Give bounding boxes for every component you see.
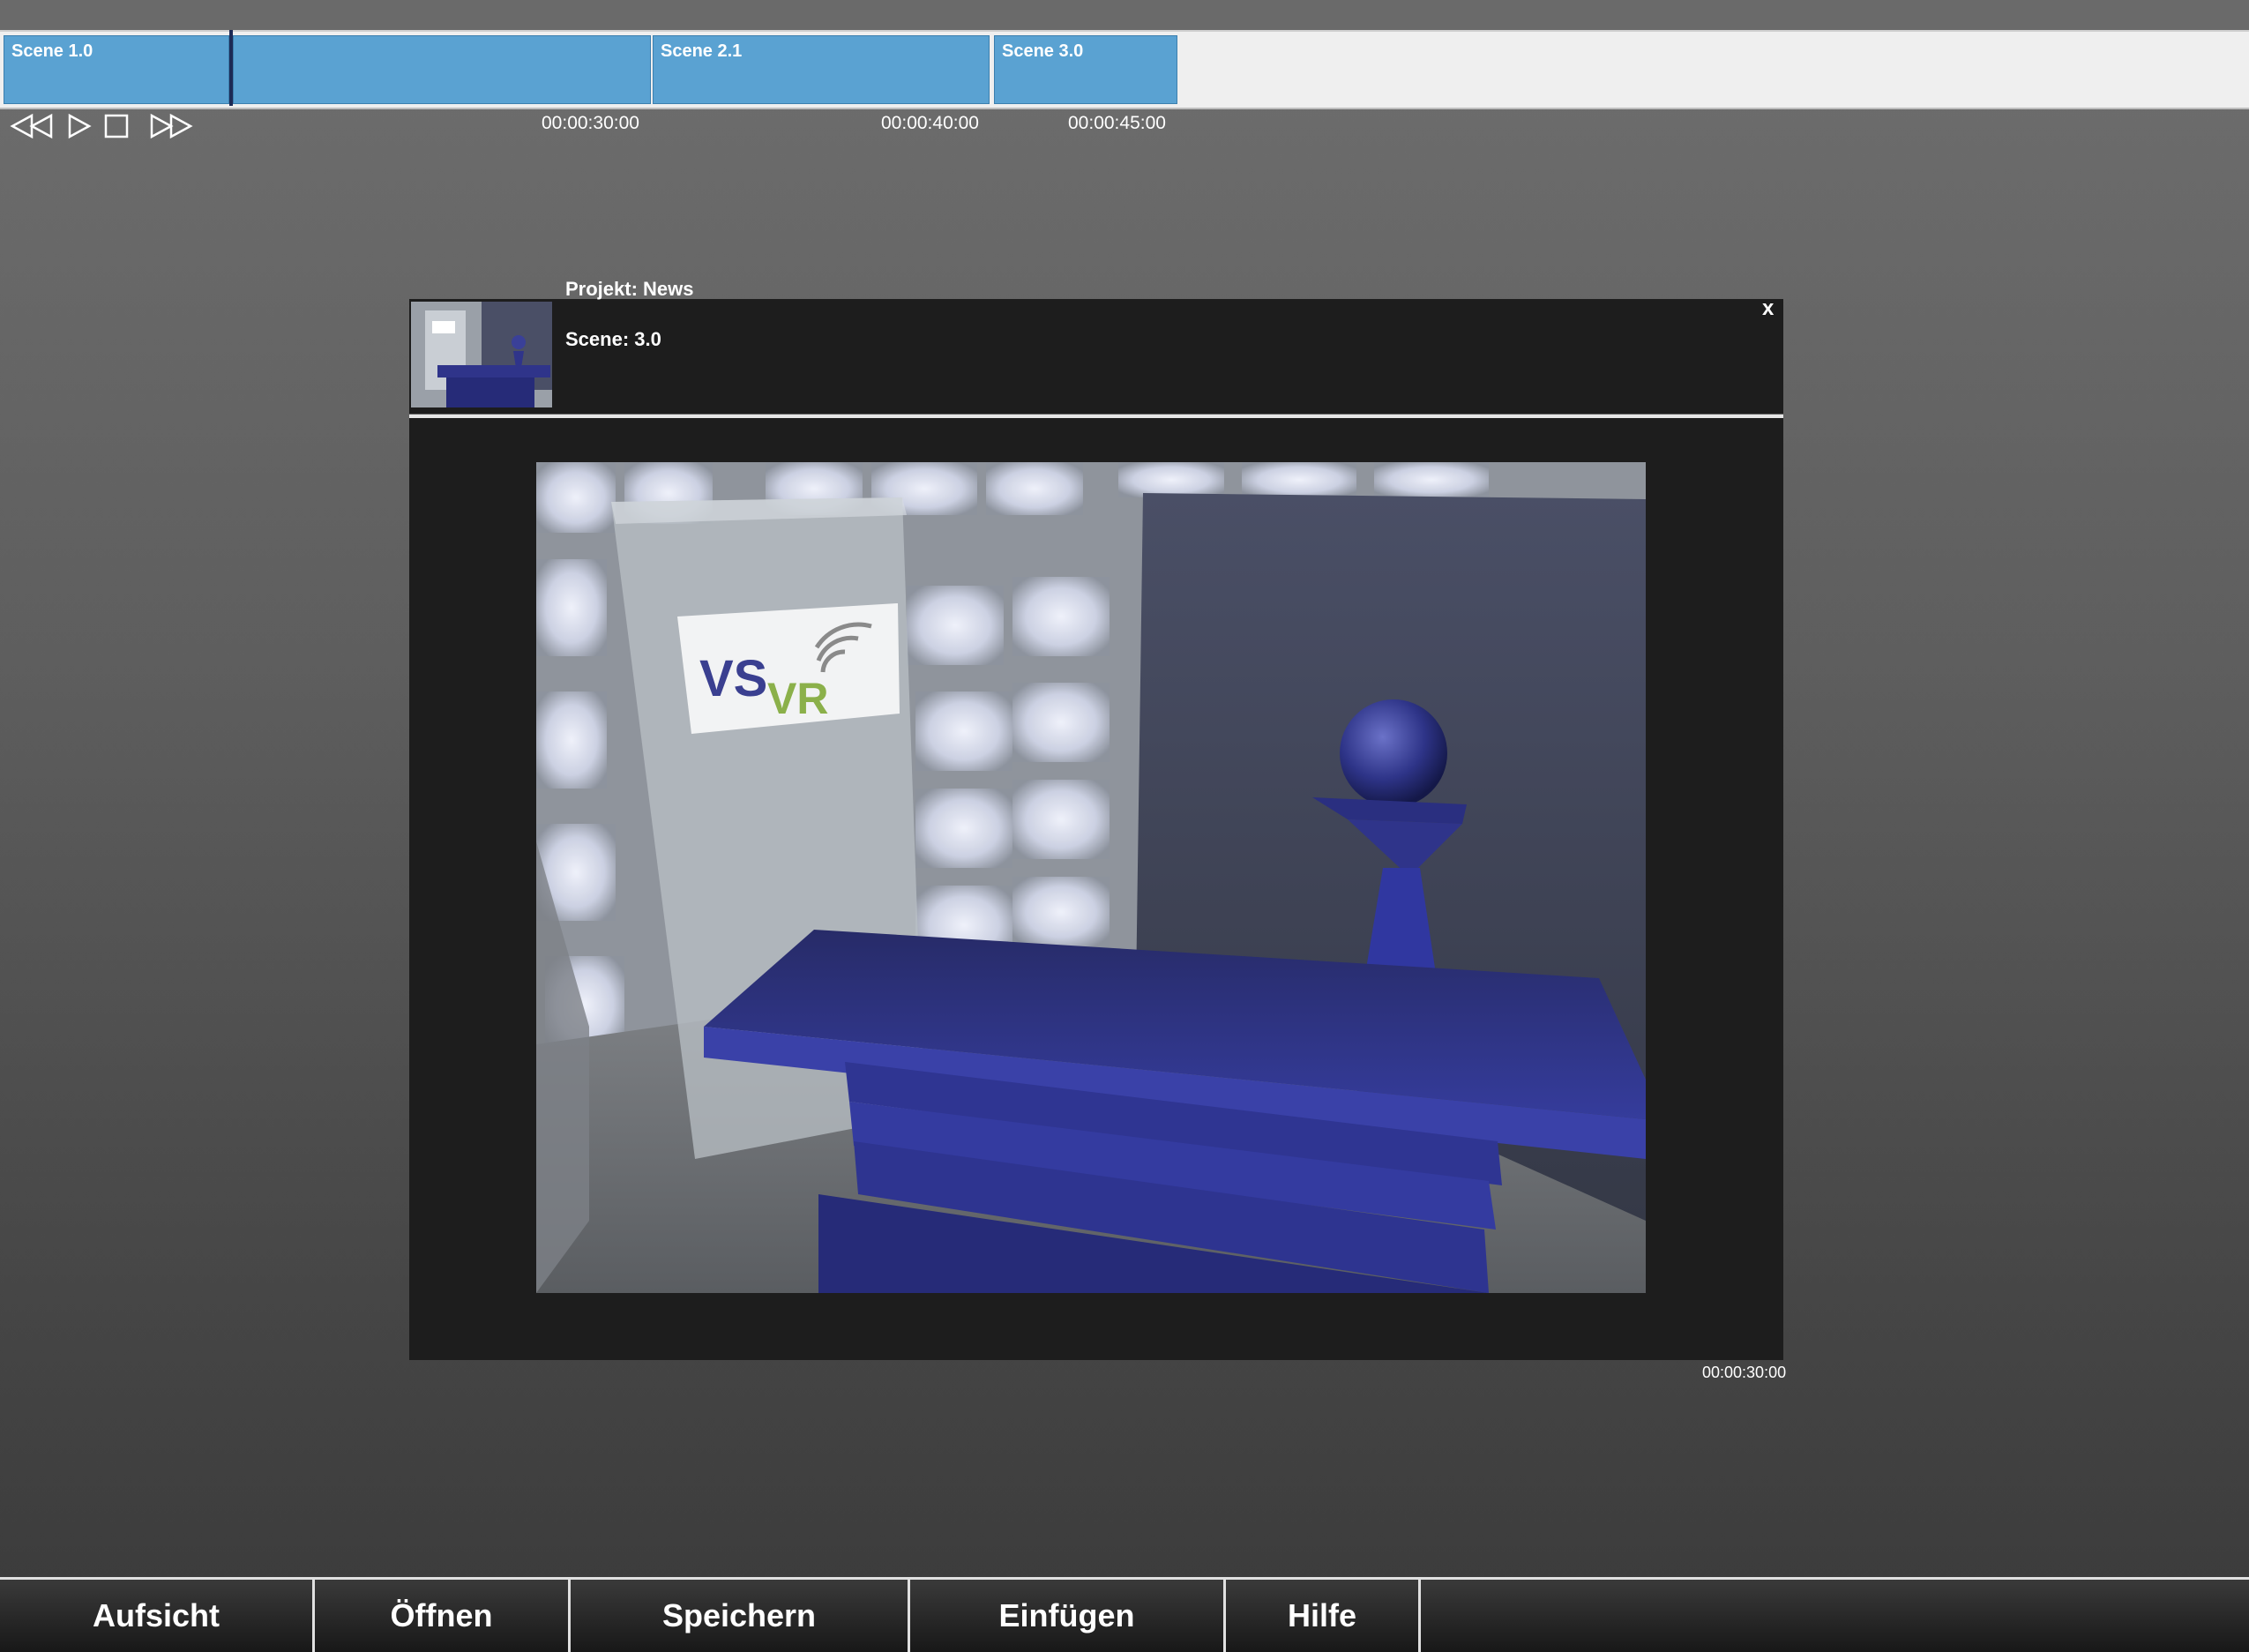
clip-scene-1-0-continued[interactable] bbox=[233, 35, 651, 104]
fast-forward-icon[interactable] bbox=[148, 113, 194, 144]
tab-label: Einfügen bbox=[998, 1597, 1135, 1633]
time-mark: 00:00:40:00 bbox=[881, 113, 979, 133]
rewind-icon[interactable] bbox=[9, 113, 55, 144]
clip-label: Scene 3.0 bbox=[1002, 41, 1084, 61]
tab-hilfe[interactable]: Hilfe bbox=[1226, 1580, 1421, 1652]
clip-scene-1-0[interactable]: Scene 1.0 bbox=[4, 35, 229, 104]
stop-icon[interactable] bbox=[104, 113, 129, 144]
scene-preview-viewport[interactable]: VS VR bbox=[536, 462, 1646, 1293]
scene-thumbnail[interactable] bbox=[411, 302, 552, 407]
time-mark: 00:00:30:00 bbox=[542, 113, 639, 133]
tab-label: Aufsicht bbox=[93, 1597, 220, 1633]
tab-label: Speichern bbox=[661, 1597, 817, 1633]
logo-vr-text: VR bbox=[767, 674, 828, 723]
transport-controls bbox=[9, 113, 206, 143]
time-mark: 00:00:45:00 bbox=[1068, 113, 1166, 133]
panel-timecode: 00:00:30:00 bbox=[1702, 1364, 1787, 1381]
clip-scene-2-1[interactable]: Scene 2.1 bbox=[653, 35, 990, 104]
clip-label: Scene 2.1 bbox=[661, 41, 743, 61]
scene-panel-header bbox=[409, 299, 1783, 414]
timeline-track[interactable]: Scene 1.0 Scene 2.1 Scene 3.0 bbox=[0, 30, 2249, 109]
play-icon[interactable] bbox=[67, 113, 92, 144]
close-button[interactable]: x bbox=[1762, 296, 1774, 321]
project-label: Projekt: News bbox=[565, 278, 694, 300]
logo-vs-text: VS bbox=[699, 650, 767, 707]
clip-label: Scene 1.0 bbox=[11, 41, 93, 61]
top-bar bbox=[0, 0, 2249, 30]
tab-oeffnen[interactable]: Öffnen bbox=[315, 1580, 571, 1652]
clip-scene-3-0[interactable]: Scene 3.0 bbox=[994, 35, 1177, 104]
tab-speichern[interactable]: Speichern bbox=[571, 1580, 910, 1652]
scene-label: Scene: 3.0 bbox=[565, 328, 661, 350]
playhead[interactable] bbox=[229, 30, 233, 106]
tab-aufsicht[interactable]: Aufsicht bbox=[0, 1580, 315, 1652]
tab-einfuegen[interactable]: Einfügen bbox=[910, 1580, 1226, 1652]
tab-label: Öffnen bbox=[390, 1597, 493, 1633]
tab-label: Hilfe bbox=[1287, 1597, 1356, 1633]
bottom-menu-bar: Aufsicht Öffnen Speichern Einfügen Hilfe bbox=[0, 1577, 2249, 1652]
